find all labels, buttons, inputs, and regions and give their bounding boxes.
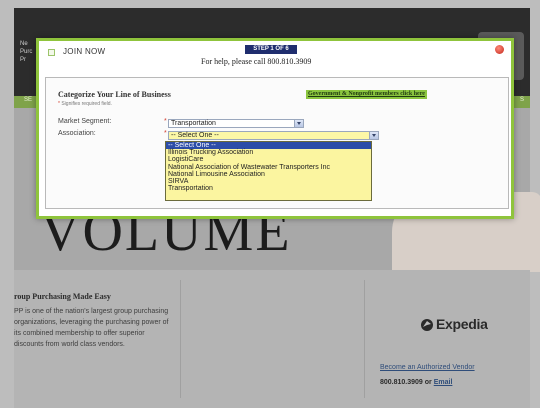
required-note: * Signifies required field. — [58, 101, 112, 107]
expedia-globe-icon — [421, 319, 433, 331]
section-heading: roup Purchasing Made Easy — [14, 292, 111, 301]
association-required-star: * — [164, 130, 167, 137]
modal-title: JOIN NOW — [63, 47, 106, 56]
chevron-down-icon — [369, 132, 378, 139]
market-segment-label: Market Segment: — [58, 118, 112, 125]
association-option[interactable]: National Limousine Association — [166, 171, 371, 178]
vendor-phone: 800.810.3909 or Email — [380, 379, 452, 386]
association-option[interactable]: -- Select One -- — [166, 142, 371, 150]
become-vendor-link[interactable]: Become an Authorized Vendor — [380, 364, 475, 371]
required-note-text: Signifies required field. — [61, 101, 112, 107]
modal-header: JOIN NOW STEP 1 OF 6 For help, please ca… — [39, 41, 511, 77]
join-checkbox-icon — [48, 49, 55, 56]
market-segment-required-star: * — [164, 118, 167, 125]
nav-item-left[interactable]: SE — [24, 97, 32, 103]
market-segment-select[interactable]: Transportation — [168, 119, 304, 128]
association-option[interactable]: Illinois Trucking Association — [166, 149, 371, 156]
help-phone-text: For help, please call 800.810.3909 — [201, 57, 312, 66]
chevron-down-icon — [294, 120, 303, 127]
nav-item-right[interactable]: S — [520, 97, 524, 103]
association-select[interactable]: -- Select One -- — [168, 131, 379, 140]
form-title: Categorize Your Line of Business — [58, 90, 171, 99]
email-link[interactable]: Email — [434, 379, 453, 386]
section-paragraph: PP is one of the nation's largest group … — [14, 308, 169, 348]
association-options-list: -- Select One -- Illinois Trucking Assoc… — [165, 141, 372, 201]
association-option[interactable]: LogistiCare — [166, 156, 371, 163]
association-option[interactable]: National Association of Wastewater Trans… — [166, 164, 371, 171]
association-label: Association: — [58, 130, 96, 137]
required-star: * — [58, 101, 60, 107]
vendor-phone-text: 800.810.3909 or — [380, 379, 432, 386]
column-divider — [180, 280, 181, 398]
column-divider — [364, 280, 365, 398]
association-value: -- Select One -- — [171, 132, 219, 139]
association-option[interactable]: SIRVA — [166, 178, 371, 185]
gov-nonprofit-link[interactable]: Government & Nonprofit members click her… — [306, 90, 427, 99]
step-badge: STEP 1 OF 6 — [245, 45, 297, 54]
close-icon[interactable] — [495, 45, 504, 54]
expedia-logo: Expedia — [436, 316, 488, 332]
market-segment-value: Transportation — [171, 120, 216, 127]
association-option[interactable]: Transportation — [166, 185, 371, 192]
